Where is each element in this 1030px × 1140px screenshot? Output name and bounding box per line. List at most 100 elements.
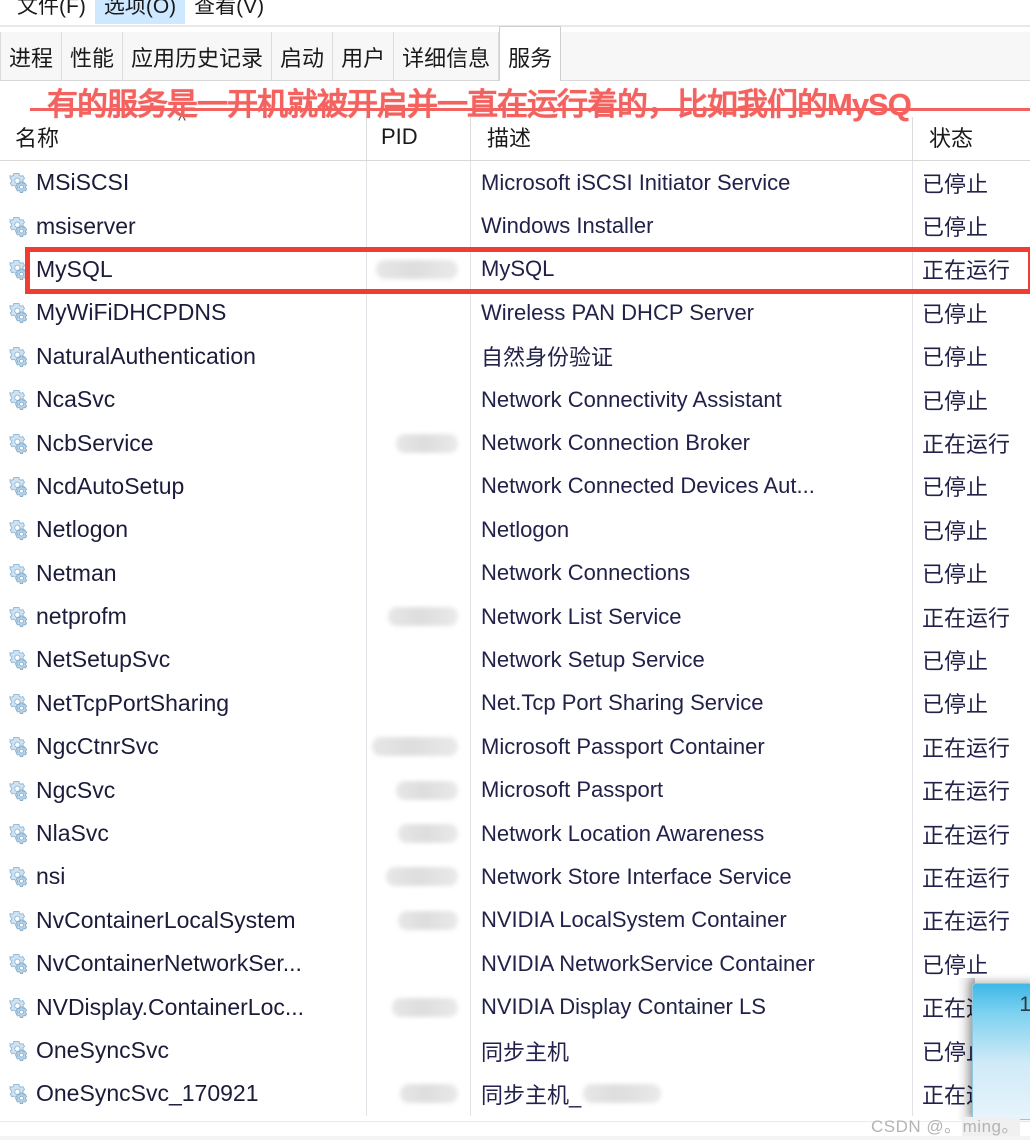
- table-row[interactable]: NvContainerLocalSystem NVIDIA LocalSystem…: [0, 899, 1030, 942]
- services-table-body[interactable]: MSiSCSI Microsoft iSCSI Initiator Service…: [0, 161, 1030, 1121]
- service-name-label: OneSyncSvc_170921: [36, 1080, 259, 1107]
- pid-redacted-value: [372, 737, 458, 757]
- service-gear-icon: [6, 562, 36, 585]
- cell-service-name: MSiSCSI: [6, 161, 358, 204]
- table-row[interactable]: NlaSvc Network Location Awareness 正在运行: [0, 812, 1030, 855]
- service-name-label: NgcSvc: [36, 776, 116, 803]
- table-row[interactable]: Netman Network Connections 已停止: [0, 552, 1030, 595]
- table-row[interactable]: NcdAutoSetup Network Connected Devices Au…: [0, 465, 1030, 508]
- cell-description: Microsoft Passport Container: [481, 733, 765, 759]
- table-row[interactable]: msiserver Windows Installer 已停止: [0, 204, 1030, 247]
- service-gear-icon: [6, 605, 36, 628]
- column-header-status[interactable]: 状态: [920, 113, 1025, 160]
- cell-service-name: Netlogon: [6, 508, 358, 551]
- service-gear-icon: [6, 518, 36, 541]
- service-gear-icon: [6, 952, 36, 975]
- pid-redacted-value: [386, 867, 458, 887]
- service-name-label: Netlogon: [36, 516, 129, 543]
- cell-service-name: NVDisplay.ContainerLoc...: [6, 985, 358, 1028]
- cell-status: 已停止: [922, 562, 989, 588]
- cell-service-name: NvContainerNetworkSer...: [6, 942, 358, 985]
- cell-description: Net.Tcp Port Sharing Service: [481, 690, 764, 716]
- table-row[interactable]: NaturalAuthentication 自然身份验证 已停止: [0, 335, 1030, 378]
- cell-description: Network Store Interface Service: [481, 863, 792, 889]
- table-row[interactable]: Netlogon Netlogon 已停止: [0, 508, 1030, 551]
- menu-item-options[interactable]: 选项(O): [94, 0, 186, 24]
- cell-pid: [372, 204, 464, 247]
- cell-status: 已停止: [922, 648, 989, 674]
- table-row[interactable]: nsi Network Store Interface Service 正在运行: [0, 855, 1030, 898]
- annotation-underline: [30, 108, 1030, 111]
- service-gear-icon: [6, 258, 36, 281]
- cell-status: 已停止: [922, 475, 989, 501]
- tab-processes[interactable]: 进程: [0, 32, 63, 81]
- service-name-label: MSiSCSI: [36, 169, 130, 196]
- cell-service-name: NgcSvc: [6, 768, 358, 811]
- table-row[interactable]: MSiSCSI Microsoft iSCSI Initiator Service…: [0, 161, 1030, 204]
- service-name-label: NgcCtnrSvc: [36, 733, 159, 760]
- cell-status: 正在运行: [922, 779, 1011, 805]
- service-name-label: NvContainerNetworkSer...: [36, 950, 302, 977]
- cell-service-name: NgcCtnrSvc: [6, 725, 358, 768]
- body-column-divider-3: [912, 161, 913, 1116]
- table-row[interactable]: NgcCtnrSvc Microsoft Passport Container 正在…: [0, 725, 1030, 768]
- tab-performance[interactable]: 性能: [62, 32, 124, 81]
- popup-number: 1: [1019, 993, 1030, 1016]
- service-name-label: msiserver: [36, 212, 136, 239]
- table-row[interactable]: MyWiFiDHCPDNS Wireless PAN DHCP Server 已停止: [0, 291, 1030, 334]
- pid-redacted-value: [396, 780, 458, 800]
- cell-pid: [372, 942, 464, 985]
- pid-redacted-value: [398, 824, 458, 844]
- service-name-label: NVDisplay.ContainerLoc...: [36, 993, 305, 1020]
- table-row[interactable]: OneSyncSvc 同步主机 已停止: [0, 1029, 1030, 1072]
- watermark-prefix: CSDN @。: [870, 1117, 962, 1136]
- cell-description: NVIDIA Display Container LS: [481, 994, 766, 1020]
- column-divider-3[interactable]: [912, 117, 913, 160]
- cell-status: 正在运行: [922, 909, 1011, 935]
- cell-description: Network Setup Service: [481, 646, 705, 672]
- cell-service-name: NvContainerLocalSystem: [6, 899, 358, 942]
- table-row[interactable]: NgcSvc Microsoft Passport 正在运行: [0, 768, 1030, 811]
- service-name-label: OneSyncSvc: [36, 1037, 169, 1063]
- cell-description: Microsoft Passport: [481, 777, 664, 803]
- service-name-label: MyWiFiDHCPDNS: [36, 299, 227, 326]
- table-row[interactable]: NcbService Network Connection Broker 正在运行: [0, 421, 1030, 464]
- menu-item-file[interactable]: 文件(F): [8, 0, 95, 24]
- cell-service-name: OneSyncSvc_170921: [6, 1072, 358, 1115]
- floating-popup-window[interactable]: 1: [972, 983, 1030, 1120]
- table-row[interactable]: NetTcpPortSharing Net.Tcp Port Sharing Se…: [0, 682, 1030, 725]
- menu-bar: 文件(F) 选项(O) 查看(V): [0, 0, 1030, 24]
- service-gear-icon: [6, 1082, 36, 1105]
- cell-service-name: NaturalAuthentication: [6, 335, 358, 378]
- table-row[interactable]: NetSetupSvc Network Setup Service 已停止: [0, 638, 1030, 681]
- table-row[interactable]: NvContainerNetworkSer... NVIDIA NetworkSe…: [0, 942, 1030, 985]
- cell-description: NVIDIA NetworkService Container: [481, 950, 815, 976]
- tab-details[interactable]: 详细信息: [394, 32, 500, 81]
- table-row[interactable]: netprofm Network List Service 正在运行: [0, 595, 1030, 638]
- service-name-label: NaturalAuthentication: [36, 342, 256, 369]
- table-row[interactable]: OneSyncSvc_170921同步主机_正在运行: [0, 1072, 1030, 1115]
- cell-service-name: NetSetupSvc: [6, 638, 358, 681]
- cell-status: 正在运行: [922, 865, 1011, 891]
- annotation-text: 有的服务是一开机就被开启并一直在运行着的，比如我们的MySQ: [47, 87, 912, 122]
- cell-service-name: OneSyncSvc: [6, 1029, 358, 1072]
- tab-app-history[interactable]: 应用历史记录: [123, 32, 273, 81]
- cell-description: MySQL: [481, 256, 555, 282]
- pid-redacted-value: [398, 910, 458, 930]
- table-row[interactable]: NcaSvc Network Connectivity Assistant 已停止: [0, 378, 1030, 421]
- cell-description: Network List Service: [481, 603, 682, 629]
- service-gear-icon: [6, 215, 36, 238]
- menu-item-view[interactable]: 查看(V): [185, 0, 273, 24]
- cell-pid: [372, 768, 464, 811]
- service-gear-icon: [6, 735, 36, 758]
- service-name-label: nsi: [36, 863, 66, 890]
- tab-users[interactable]: 用户: [333, 32, 395, 81]
- cell-pid: [372, 985, 464, 1028]
- pid-redacted-value: [400, 1084, 458, 1104]
- service-gear-icon: [6, 345, 36, 368]
- table-row[interactable]: MySQL MySQL 正在运行: [0, 248, 1030, 291]
- tab-startup[interactable]: 启动: [272, 32, 334, 81]
- cell-status: 正在运行: [922, 735, 1011, 761]
- tab-services[interactable]: 服务: [499, 26, 562, 81]
- table-row[interactable]: NVDisplay.ContainerLoc... NVIDIA Display …: [0, 985, 1030, 1028]
